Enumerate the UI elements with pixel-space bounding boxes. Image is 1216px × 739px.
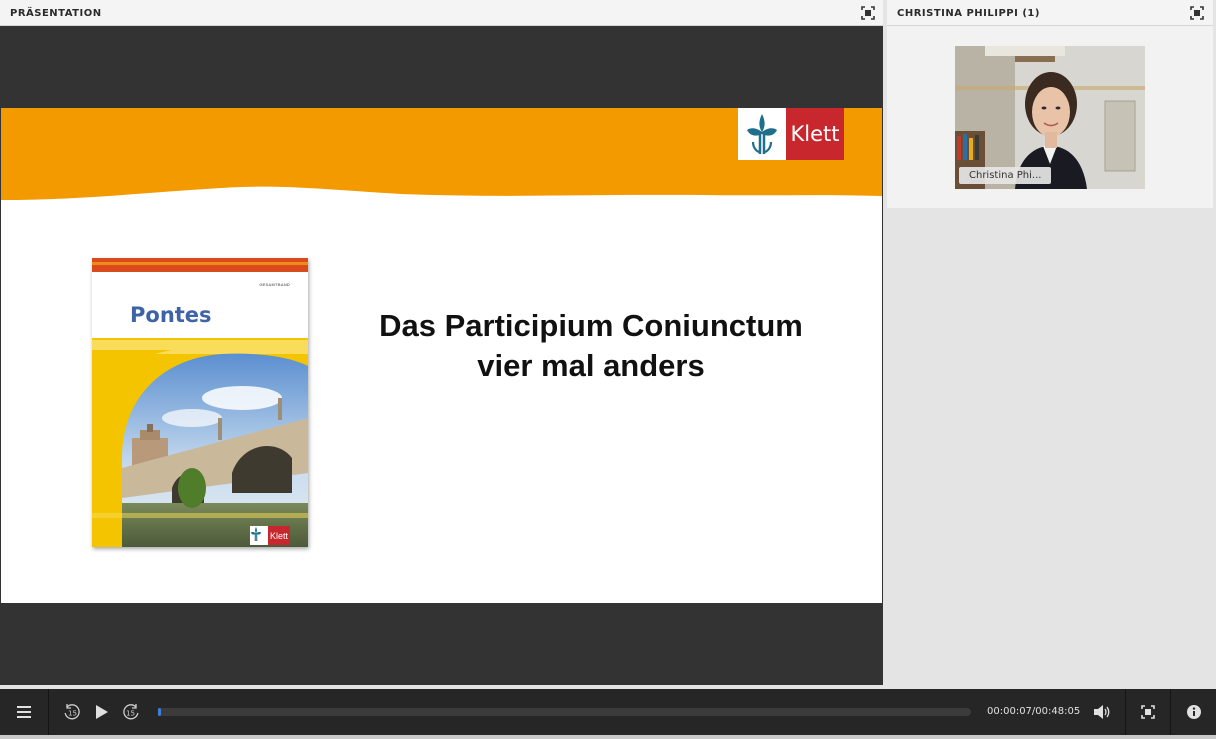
forward-seconds-label: 15 [126, 710, 135, 718]
forward-15-button[interactable]: 15 [119, 689, 143, 735]
webcam-video[interactable]: Christina Phi... [955, 46, 1145, 189]
slide-heading: Das Participium Coniunctum vier mal ande… [301, 306, 881, 386]
separator [48, 689, 49, 735]
rewind-seconds-label: 15 [68, 710, 77, 718]
book-klett-logo-word: Klett [268, 526, 290, 545]
seek-bar-progress [158, 708, 161, 716]
forward-15-icon: 15 [123, 704, 139, 720]
volume-icon [1094, 705, 1110, 719]
rewind-15-button[interactable]: 15 [60, 689, 84, 735]
pontes-book-cover: GESAMTBAND Pontes Klett [92, 258, 308, 547]
volume-button[interactable] [1090, 689, 1114, 735]
menu-button[interactable] [0, 689, 48, 735]
play-button[interactable] [90, 689, 114, 735]
klett-leaf-icon [747, 114, 777, 154]
fullscreen-button[interactable] [1126, 689, 1170, 735]
presentation-pod-header: PRÄSENTATION [0, 0, 883, 26]
klett-logo-word: Klett [786, 108, 844, 160]
info-button[interactable] [1171, 689, 1216, 735]
playback-control-bar: 15 15 00:00:07/00:48:05 [0, 689, 1216, 735]
camera-pod-header: CHRISTINA PHILIPPI (1) [887, 0, 1213, 26]
seek-bar[interactable] [158, 708, 971, 716]
fullscreen-icon [861, 6, 875, 20]
klett-leaf-icon [250, 526, 262, 542]
play-icon [96, 705, 108, 719]
slide-heading-line-2: vier mal anders [477, 348, 705, 383]
presentation-pod: PRÄSENTATION Klett GESAMTBAND Pontes Kle… [0, 0, 883, 685]
book-klett-logo: Klett [250, 526, 290, 545]
klett-logo: Klett [738, 108, 844, 160]
participant-name-tag: Christina Phi... [959, 167, 1052, 184]
presentation-slide: Klett GESAMTBAND Pontes Klett Das Partic… [1, 108, 882, 603]
camera-fullscreen-button[interactable] [1190, 6, 1204, 20]
fullscreen-icon [1141, 705, 1155, 719]
fullscreen-icon [1190, 6, 1204, 20]
presentation-pod-title: PRÄSENTATION [10, 8, 102, 19]
info-icon [1186, 705, 1201, 719]
book-edition-label: GESAMTBAND [259, 282, 290, 287]
slide-heading-line-1: Das Participium Coniunctum [379, 308, 803, 343]
bottom-strip [0, 735, 1216, 739]
rewind-15-icon: 15 [64, 704, 80, 720]
menu-icon [17, 706, 31, 718]
time-display: 00:00:07/00:48:05 [987, 706, 1081, 717]
book-title: Pontes [130, 303, 212, 327]
camera-pod-title: CHRISTINA PHILIPPI (1) [897, 8, 1040, 19]
book-cover-artwork [92, 258, 308, 547]
presentation-fullscreen-button[interactable] [861, 6, 875, 20]
camera-pod: CHRISTINA PHILIPPI (1) Christina Phi... [887, 0, 1213, 208]
